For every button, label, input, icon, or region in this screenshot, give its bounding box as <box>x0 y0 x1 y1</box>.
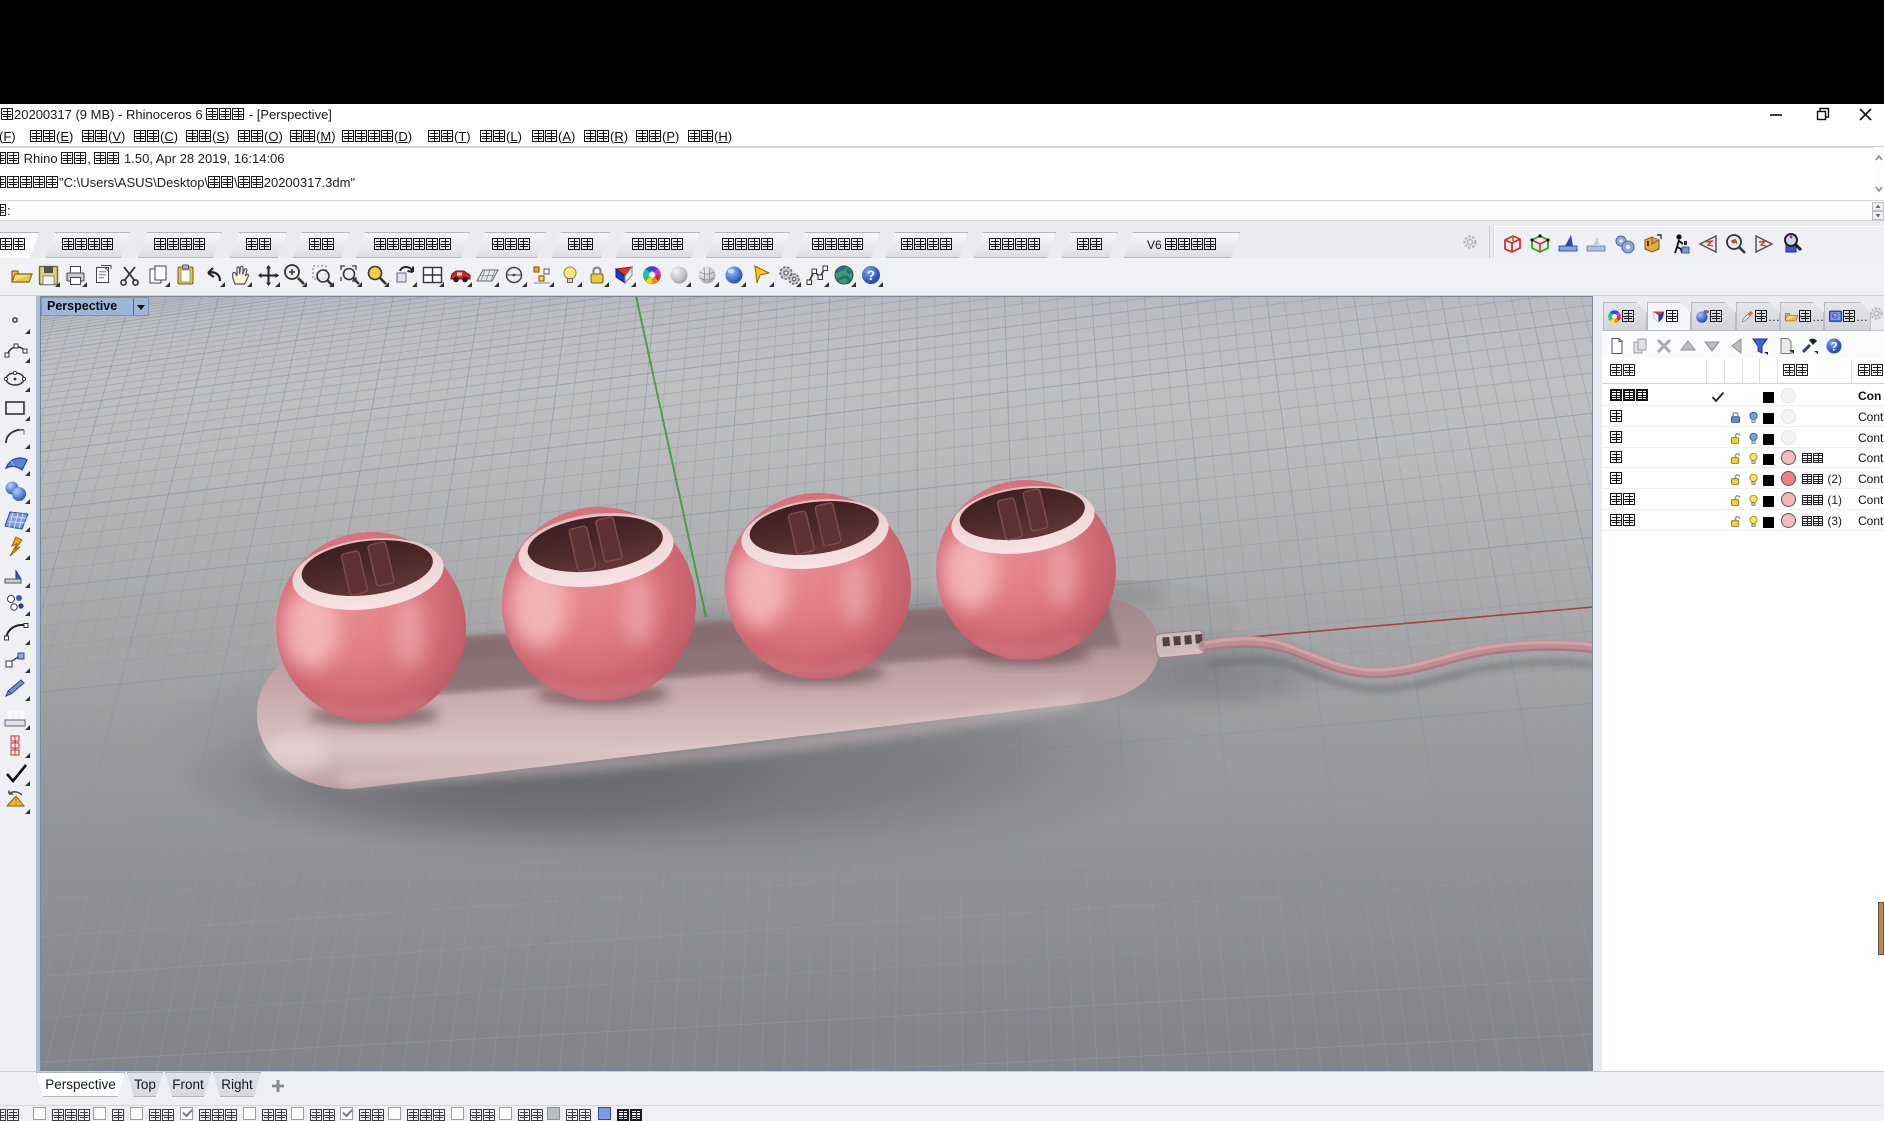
svg-text:?: ? <box>1833 313 1837 320</box>
svg-text:?: ? <box>867 267 876 283</box>
svg-text:?: ? <box>1830 340 1837 354</box>
